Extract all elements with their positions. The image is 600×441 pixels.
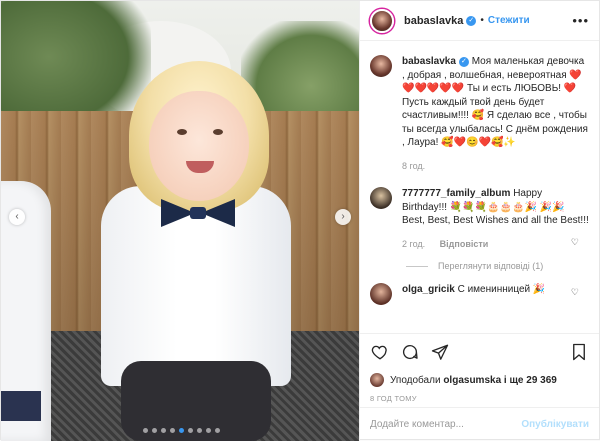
instagram-post: ‹ › babaslavka ✓ • Стежити ••• babaslavk… xyxy=(0,0,600,441)
add-comment-bar: Опублікувати xyxy=(360,407,599,441)
post-header: babaslavka ✓ • Стежити ••• xyxy=(360,1,599,41)
caption-meta: 8 год. xyxy=(402,160,589,174)
comment-avatar[interactable] xyxy=(370,283,392,305)
carousel-dot xyxy=(196,428,202,433)
photo-bowtie xyxy=(161,199,235,227)
caption-body: babaslavka ✓ Моя маленькая девочка , добр… xyxy=(402,55,589,173)
bowtie-knot xyxy=(190,207,206,219)
likes-prefix: Уподобали xyxy=(390,374,441,386)
likes-count[interactable]: і ще 29 369 xyxy=(504,375,557,386)
view-replies-label: Переглянути відповіді (1) xyxy=(438,261,544,271)
comment-text: С именинницей 🎉 xyxy=(457,284,546,295)
comment-item: 7777777_family_album Happy Birthday!!! 💐… xyxy=(370,187,589,251)
bowtie-right-wing xyxy=(201,199,235,227)
bookmark-icon xyxy=(573,343,585,360)
comment-body: 7777777_family_album Happy Birthday!!! 💐… xyxy=(402,187,589,251)
caption-avatar[interactable] xyxy=(370,55,392,77)
carousel-indicator xyxy=(1,428,359,433)
comment-username[interactable]: 7777777_family_album xyxy=(402,188,510,199)
caption-time[interactable]: 8 год. xyxy=(402,161,425,171)
comment-avatar[interactable] xyxy=(370,187,392,209)
caption: babaslavka ✓ Моя маленькая девочка , добр… xyxy=(370,55,589,173)
liker-username[interactable]: olgasumska xyxy=(443,375,501,386)
caption-username[interactable]: babaslavka xyxy=(402,56,456,67)
carousel-dot xyxy=(178,428,184,433)
comment-item: olga_gricik С именинницей 🎉 ♡ xyxy=(370,283,589,305)
verified-badge-icon: ✓ xyxy=(466,15,477,26)
save-button[interactable] xyxy=(567,340,591,364)
photo-sibling-bowtie xyxy=(1,391,41,421)
carousel-dot xyxy=(187,428,193,433)
comment-like-heart-icon[interactable]: ♡ xyxy=(571,237,579,248)
photo-girl-eye-left xyxy=(177,129,187,135)
share-button[interactable] xyxy=(428,340,452,364)
like-button[interactable] xyxy=(368,340,392,364)
more-options-icon[interactable]: ••• xyxy=(572,13,589,28)
comment-input[interactable] xyxy=(370,419,522,430)
photo-girl-eye-right xyxy=(213,129,223,135)
carousel-dot xyxy=(142,428,148,433)
action-bar xyxy=(360,333,599,369)
carousel-dot xyxy=(169,428,175,433)
header-separator: • xyxy=(480,15,484,26)
chevron-left-icon: ‹ xyxy=(15,211,19,222)
author-avatar[interactable] xyxy=(370,8,394,33)
photo-girl-face xyxy=(149,91,249,201)
comment-meta: 2 год. Відповісти xyxy=(402,238,589,252)
comment-body: olga_gricik С именинницей 🎉 xyxy=(402,283,589,297)
author-username[interactable]: babaslavka xyxy=(404,15,463,27)
liker-avatar[interactable] xyxy=(370,373,384,387)
likes-summary: Уподобали olgasumska і ще 29 369 xyxy=(360,369,599,391)
carousel-prev-button[interactable]: ‹ xyxy=(9,209,25,225)
share-icon xyxy=(431,344,449,360)
replies-divider xyxy=(406,265,428,267)
caption-text: Моя маленькая девочка , добрая , волшебн… xyxy=(402,56,588,148)
post-comment-button[interactable]: Опублікувати xyxy=(521,419,589,430)
reply-button[interactable]: Відповісти xyxy=(440,239,489,249)
carousel-dot xyxy=(205,428,211,433)
post-photo[interactable]: ‹ › xyxy=(1,1,359,441)
post-timestamp[interactable]: 8 ГОД ТОМУ xyxy=(360,391,599,407)
chevron-right-icon: › xyxy=(341,211,345,222)
follow-button[interactable]: Стежити xyxy=(488,15,530,26)
comment-like-heart-icon[interactable]: ♡ xyxy=(571,287,579,298)
comment-icon xyxy=(402,344,418,359)
comment-time[interactable]: 2 год. xyxy=(402,239,425,249)
comment-button[interactable] xyxy=(398,340,422,364)
verified-badge-icon: ✓ xyxy=(458,57,469,67)
heart-icon xyxy=(371,345,387,360)
carousel-dot xyxy=(214,428,220,433)
carousel-dot xyxy=(151,428,157,433)
carousel-next-button[interactable]: › xyxy=(335,209,351,225)
view-replies-button[interactable]: Переглянути відповіді (1) xyxy=(406,261,589,271)
carousel-dot xyxy=(160,428,166,433)
post-sidebar: babaslavka ✓ • Стежити ••• babaslavka ✓ М… xyxy=(359,1,599,441)
comments-list: babaslavka ✓ Моя маленькая девочка , добр… xyxy=(360,41,599,333)
comment-username[interactable]: olga_gricik xyxy=(402,284,455,295)
